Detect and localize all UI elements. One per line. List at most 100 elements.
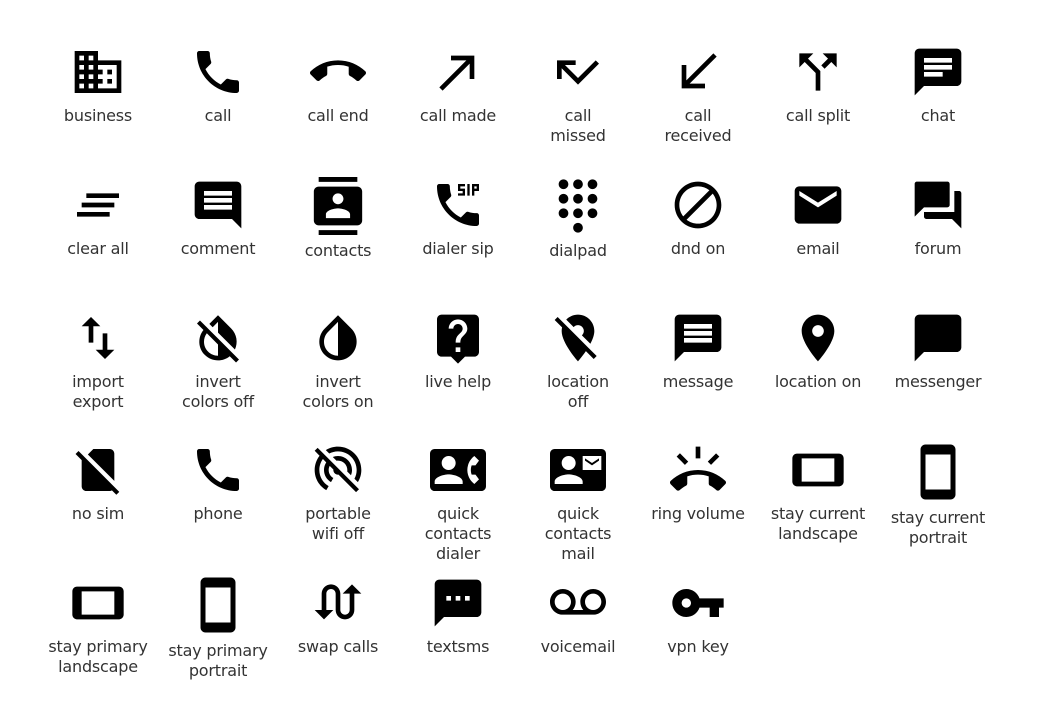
icon-label: call made [419,106,497,125]
call-split-icon [799,53,837,91]
icon-label: chat [920,106,956,125]
icon-cell-call-split: call split [758,44,878,126]
icon-label: live help [424,372,492,391]
icon-label: vpn key [667,637,729,656]
stay-primary-landscape-icon [72,586,124,620]
icon-label: call end [307,106,369,125]
icon-cell-stay-primary-landscape: stay primary landscape [38,575,158,677]
email-icon [794,186,842,224]
icon-cell-message: message [638,310,758,392]
dnd-on-icon [674,181,722,229]
icon-label: voicemail [540,637,616,656]
invert-colors-off-icon [197,315,239,363]
icon-label: import export [72,372,124,411]
no-sim-icon [75,449,120,495]
icon-label: phone [193,504,243,523]
icon-cell-phone: phone [158,442,278,524]
icon-label: clear all [67,239,129,258]
icon-label: dialer sip [422,239,494,258]
import-export-icon [81,317,115,359]
icon-label: quick contacts mail [544,504,612,563]
icon-label: textsms [426,637,490,656]
call-icon [197,51,239,93]
icon-label: dnd on [670,239,726,258]
icon-cell-import-export: import export [38,310,158,412]
icon-label: business [63,106,133,125]
icon-label: stay current landscape [770,504,866,543]
icon-cell-swap-calls: swap calls [278,575,398,657]
icon-cell-call-missed: call missed [518,44,638,146]
icon-label: dialpad [549,241,607,260]
icon-cell-location-off: location off [518,310,638,412]
icon-cell-stay-primary-portrait: stay primary portrait [158,575,278,681]
contacts-icon [313,177,363,235]
icon-label: swap calls [297,637,379,656]
icon-cell-call-made: call made [398,44,518,126]
icon-label: portable wifi off [305,504,371,543]
icon-label: quick contacts dialer [424,504,492,563]
forum-icon [914,181,962,229]
icon-cell-messenger: messenger [878,310,998,392]
icon-cell-dnd-on: dnd on [638,177,758,259]
phone-icon [197,449,239,491]
icon-label: forum [914,239,962,258]
icon-label: location on [774,372,862,391]
icon-cell-stay-current-landscape: stay current landscape [758,442,878,544]
icon-label: stay primary portrait [168,641,268,680]
icon-cell-no-sim: no sim [38,442,158,524]
ring-volume-icon [670,446,726,491]
portable-wifi-off-icon [314,446,362,493]
call-made-icon [439,55,475,91]
stay-primary-portrait-icon [200,577,236,633]
message-icon [674,314,722,362]
icon-cell-location-on: location on [758,310,878,392]
icon-cell-comment: comment [158,177,278,259]
icon-label: location off [547,372,609,411]
icon-cell-contacts: contacts [278,177,398,261]
comment-icon [194,181,242,229]
icon-cell-call: call [158,44,278,126]
icon-label: call missed [550,106,606,145]
location-off-icon [554,314,597,362]
icon-cell-portable-wifi-off: portable wifi off [278,442,398,544]
icon-cell-chat: chat [878,44,998,126]
clear-all-icon [77,193,119,217]
icon-cell-clear-all: clear all [38,177,158,259]
call-received-icon [681,53,717,89]
icon-cell-email: email [758,177,878,259]
messenger-icon [914,314,962,362]
dialer-sip-icon [437,184,479,226]
vpn-key-icon [672,589,724,617]
swap-calls-icon [314,584,362,620]
business-icon [74,51,122,93]
icon-cell-textsms: textsms [398,575,518,657]
icon-label: comment [180,239,256,258]
call-end-icon [310,60,366,82]
stay-current-landscape-icon [792,453,844,487]
icon-cell-stay-current-portrait: stay current portrait [878,442,998,548]
icon-cell-vpn-key: vpn key [638,575,758,657]
icon-cell-invert-colors-off: invert colors off [158,310,278,412]
icon-cell-quick-contacts-dialer: quick contacts dialer [398,442,518,564]
icon-cell-quick-contacts-mail: quick contacts mail [518,442,638,564]
icon-label: no sim [71,504,125,523]
icon-label: stay current portrait [890,508,986,547]
icon-label: invert colors on [302,372,374,411]
quick-contacts-mail-icon [550,449,606,491]
dialpad-icon [558,179,598,233]
voicemail-icon [550,589,606,615]
textsms-icon [434,579,482,627]
icon-cell-forum: forum [878,177,998,259]
live-help-icon [437,314,479,364]
icon-label: call split [785,106,851,125]
stay-current-portrait-icon [920,444,956,500]
icon-cell-ring-volume: ring volume [638,442,758,524]
icon-cell-dialpad: dialpad [518,177,638,261]
icon-cell-business: business [38,44,158,126]
quick-contacts-dialer-icon [430,449,486,491]
icon-cell-call-end: call end [278,44,398,126]
icon-label: ring volume [651,504,745,523]
icon-label: contacts [304,241,372,260]
invert-colors-on-icon [319,315,357,361]
call-missed-icon [557,60,599,85]
